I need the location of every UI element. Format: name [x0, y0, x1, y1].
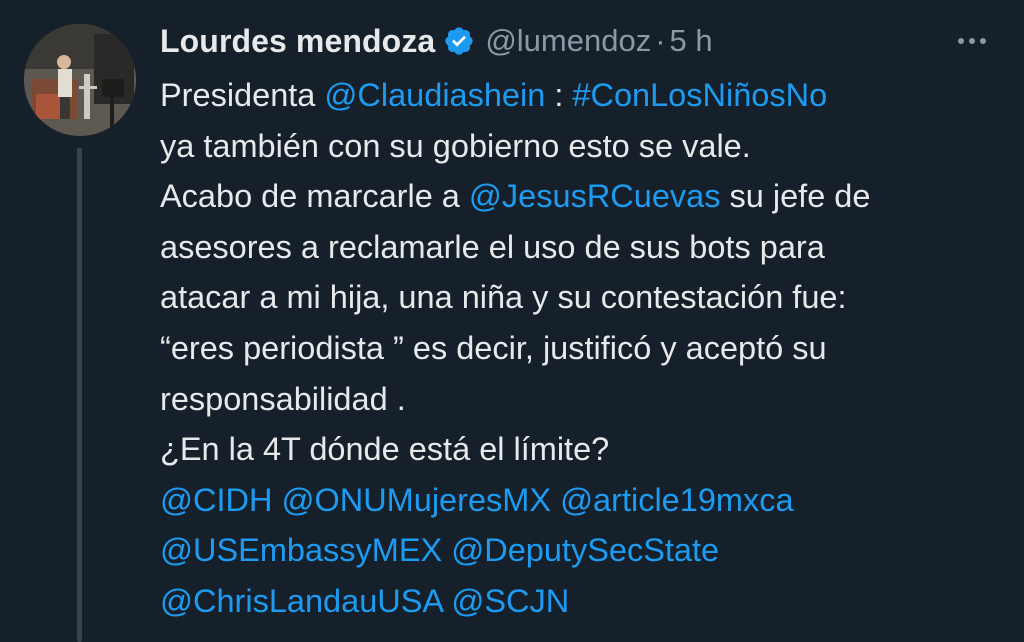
mention-link[interactable]: @ONUMujeresMX: [281, 482, 551, 518]
separator-dot: ·: [655, 23, 666, 58]
tweet-text: Presidenta @Claudiashein : #ConLosNiñosN…: [160, 70, 1010, 627]
user-handle[interactable]: @lumendoz: [485, 23, 651, 59]
avatar[interactable]: [24, 24, 136, 136]
tweet-line: ya también con su gobierno esto se vale.: [160, 127, 751, 164]
tweet-line: Acabo de marcarle a @JesusRCuevas su jef…: [160, 171, 1010, 222]
tweet-line: @ChrisLandauUSA @SCJN: [160, 576, 1010, 627]
mention-link[interactable]: @DeputySecState: [451, 532, 719, 568]
tweet-line: “eres periodista ” es decir, justificó y…: [160, 329, 827, 366]
thread-connector-line: [77, 148, 82, 642]
tweet-line: responsabilidad .: [160, 380, 406, 417]
mention-link[interactable]: @USEmbassyMEX: [160, 532, 442, 568]
tweet-line: asesores a reclamarle el uso de sus bots…: [160, 228, 825, 265]
tweet-header: Lourdes mendoza @lumendoz · 5 h: [160, 18, 1004, 64]
timestamp[interactable]: 5 h: [670, 23, 713, 59]
display-name[interactable]: Lourdes mendoza: [160, 23, 435, 60]
text-segment: Presidenta: [160, 77, 325, 113]
mention-link[interactable]: @CIDH: [160, 482, 272, 518]
more-options-icon[interactable]: [958, 18, 986, 64]
mention-link[interactable]: @JesusRCuevas: [469, 178, 721, 214]
mention-link[interactable]: @article19mxca: [560, 482, 793, 518]
mention-link[interactable]: @SCJN: [451, 583, 569, 619]
text-segment: :: [545, 77, 573, 113]
verified-badge-icon: [443, 25, 475, 57]
text-segment: Acabo de marcarle a: [160, 178, 469, 215]
tweet-line: atacar a mi hija, una niña y su contesta…: [160, 279, 847, 316]
tweet-line: @CIDH @ONUMujeresMX @article19mxca: [160, 475, 1010, 526]
hashtag-link[interactable]: #ConLosNiñosNo: [572, 77, 827, 113]
tweet-line: @USEmbassyMEX @DeputySecState: [160, 525, 1010, 576]
text-segment: su jefe de: [720, 178, 871, 215]
avatar-photo: [24, 24, 136, 136]
text-segment: [442, 532, 451, 568]
mention-link[interactable]: @ChrisLandauUSA: [160, 583, 442, 619]
text-segment: [551, 482, 560, 518]
text-segment: [442, 583, 451, 619]
mention-link[interactable]: @Claudiashein: [324, 77, 545, 113]
tweet-line: ¿En la 4T dónde está el límite?: [160, 431, 610, 468]
tweet-line: Presidenta @Claudiashein : #ConLosNiñosN…: [160, 70, 1010, 121]
